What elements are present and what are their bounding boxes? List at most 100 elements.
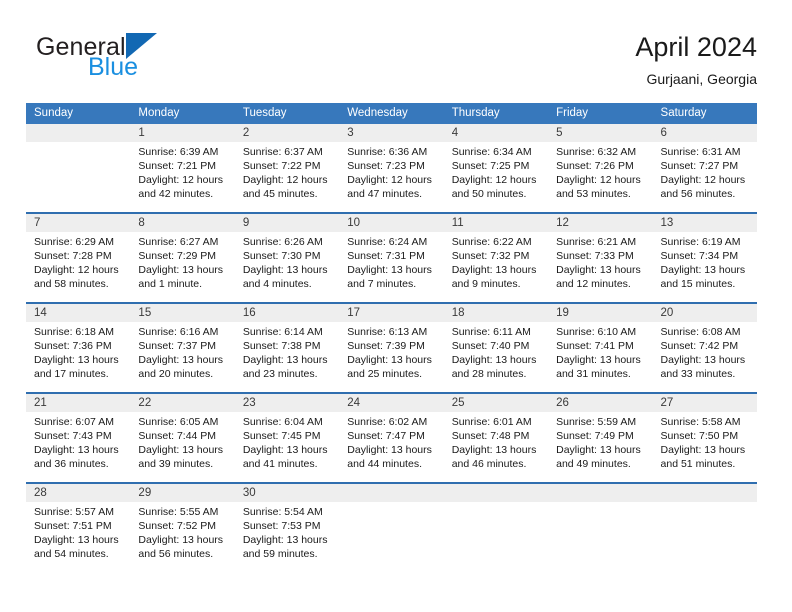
day-cell[interactable]: 20 Sunrise: 6:08 AM Sunset: 7:42 PM Dayligh… <box>652 304 757 392</box>
general-blue-logo[interactable]: General Blue <box>36 33 236 89</box>
day-cell[interactable]: 26 Sunrise: 5:59 AM Sunset: 7:49 PM Dayligh… <box>548 394 653 482</box>
daylight-text: and 20 minutes. <box>138 368 214 380</box>
day-cell[interactable]: 24 Sunrise: 6:02 AM Sunset: 7:47 PM Dayligh… <box>339 394 444 482</box>
daylight-text: Daylight: 13 hours <box>347 354 432 366</box>
day-cell[interactable]: 8 Sunrise: 6:27 AM Sunset: 7:29 PM Daylight… <box>130 214 235 302</box>
day-number: 17 <box>339 304 444 322</box>
day-details: Sunrise: 5:54 AM Sunset: 7:53 PM Daylight:… <box>235 502 339 561</box>
day-number: 27 <box>652 394 757 412</box>
weekday-header-friday: Friday <box>556 107 589 119</box>
day-cell-empty <box>548 484 653 572</box>
sunrise-text: Sunrise: 6:08 AM <box>660 326 741 338</box>
day-cell[interactable]: 1 Sunrise: 6:39 AM Sunset: 7:21 PM Daylight… <box>130 124 235 212</box>
daylight-text: and 51 minutes. <box>660 458 736 470</box>
day-number: 12 <box>548 214 653 232</box>
day-cell[interactable]: 6 Sunrise: 6:31 AM Sunset: 7:27 PM Daylight… <box>652 124 757 212</box>
sunset-text: Sunset: 7:29 PM <box>138 250 217 262</box>
day-cell[interactable]: 28 Sunrise: 5:57 AM Sunset: 7:51 PM Dayligh… <box>26 484 131 572</box>
day-details: Sunrise: 6:18 AM Sunset: 7:36 PM Daylight:… <box>26 322 130 381</box>
day-number: 13 <box>652 214 757 232</box>
day-cell[interactable]: 9 Sunrise: 6:26 AM Sunset: 7:30 PM Daylight… <box>234 214 340 302</box>
daylight-text: and 45 minutes. <box>242 188 318 200</box>
day-number: 3 <box>339 124 444 142</box>
title-block: April 2024 Gurjaani, Georgia <box>635 30 757 89</box>
day-cell[interactable]: 5 Sunrise: 6:32 AM Sunset: 7:26 PM Daylight… <box>548 124 653 212</box>
day-details <box>548 502 652 505</box>
sunset-text: Sunset: 7:45 PM <box>242 430 321 442</box>
day-details: Sunrise: 6:10 AM Sunset: 7:41 PM Daylight:… <box>548 322 652 381</box>
weekday-header-saturday: Saturday <box>660 107 707 119</box>
day-cell[interactable]: 25 Sunrise: 6:01 AM Sunset: 7:48 PM Dayligh… <box>443 394 549 482</box>
sunset-text: Sunset: 7:33 PM <box>556 250 634 262</box>
day-cell[interactable]: 21 Sunrise: 6:07 AM Sunset: 7:43 PM Dayligh… <box>26 394 131 482</box>
sunset-text: Sunset: 7:48 PM <box>451 430 530 442</box>
daylight-text: Daylight: 12 hours <box>556 174 641 186</box>
daylight-text: and 15 minutes. <box>660 278 736 290</box>
day-cell[interactable]: 17 Sunrise: 6:13 AM Sunset: 7:39 PM Dayligh… <box>339 304 444 392</box>
day-number: 7 <box>26 214 131 232</box>
daylight-text: and 41 minutes. <box>242 458 318 470</box>
calendar-week-row: 7 Sunrise: 6:29 AM Sunset: 7:28 PM Daylight… <box>26 212 757 302</box>
day-cell-empty <box>443 484 549 572</box>
sunrise-text: Sunrise: 6:39 AM <box>138 146 219 158</box>
day-cell[interactable]: 29 Sunrise: 5:55 AM Sunset: 7:52 PM Dayligh… <box>130 484 235 572</box>
day-number: 18 <box>443 304 549 322</box>
day-details: Sunrise: 6:26 AM Sunset: 7:30 PM Daylight:… <box>235 232 339 291</box>
sunrise-text: Sunrise: 6:01 AM <box>451 416 532 428</box>
day-cell[interactable]: 13 Sunrise: 6:19 AM Sunset: 7:34 PM Dayligh… <box>652 214 757 302</box>
day-details: Sunrise: 6:02 AM Sunset: 7:47 PM Daylight:… <box>339 412 443 471</box>
daylight-text: and 46 minutes. <box>451 458 527 470</box>
day-cell[interactable]: 11 Sunrise: 6:22 AM Sunset: 7:32 PM Dayligh… <box>443 214 549 302</box>
daylight-text: and 33 minutes. <box>660 368 736 380</box>
day-cell[interactable]: 4 Sunrise: 6:34 AM Sunset: 7:25 PM Daylight… <box>443 124 549 212</box>
weekday-header-thursday: Thursday <box>451 107 500 119</box>
day-details: Sunrise: 5:55 AM Sunset: 7:52 PM Daylight:… <box>130 502 234 561</box>
day-cell[interactable]: 3 Sunrise: 6:36 AM Sunset: 7:23 PM Daylight… <box>339 124 444 212</box>
day-details: Sunrise: 6:37 AM Sunset: 7:22 PM Daylight:… <box>235 142 339 201</box>
daylight-text: and 44 minutes. <box>347 458 422 470</box>
daylight-text: Daylight: 13 hours <box>660 354 746 366</box>
day-number: 15 <box>130 304 235 322</box>
daylight-text: and 36 minutes. <box>34 458 109 470</box>
day-number: 2 <box>234 124 340 142</box>
day-cell[interactable]: 30 Sunrise: 5:54 AM Sunset: 7:53 PM Dayligh… <box>234 484 340 572</box>
day-cell[interactable]: 16 Sunrise: 6:14 AM Sunset: 7:38 PM Dayligh… <box>234 304 340 392</box>
day-details: Sunrise: 6:36 AM Sunset: 7:23 PM Daylight:… <box>339 142 443 201</box>
day-number: 11 <box>443 214 549 232</box>
sunrise-text: Sunrise: 6:29 AM <box>34 236 114 248</box>
day-cell[interactable]: 2 Sunrise: 6:37 AM Sunset: 7:22 PM Daylight… <box>234 124 340 212</box>
daylight-text: Daylight: 13 hours <box>660 444 746 456</box>
day-details: Sunrise: 6:29 AM Sunset: 7:28 PM Daylight:… <box>26 232 130 291</box>
daylight-text: Daylight: 13 hours <box>34 354 119 366</box>
sunset-text: Sunset: 7:22 PM <box>242 160 321 172</box>
sunset-text: Sunset: 7:21 PM <box>138 160 217 172</box>
day-details: Sunrise: 6:22 AM Sunset: 7:32 PM Daylight:… <box>444 232 548 291</box>
day-cell[interactable]: 18 Sunrise: 6:11 AM Sunset: 7:40 PM Dayligh… <box>443 304 549 392</box>
sunrise-text: Sunrise: 6:36 AM <box>347 146 428 158</box>
sunrise-text: Sunrise: 5:58 AM <box>660 416 741 428</box>
daylight-text: Daylight: 13 hours <box>347 264 432 276</box>
day-details: Sunrise: 6:34 AM Sunset: 7:25 PM Daylight:… <box>444 142 548 201</box>
day-cell[interactable]: 19 Sunrise: 6:10 AM Sunset: 7:41 PM Dayligh… <box>548 304 653 392</box>
daylight-text: and 7 minutes. <box>347 278 417 290</box>
week-cells: 7 Sunrise: 6:29 AM Sunset: 7:28 PM Daylight… <box>26 214 757 302</box>
daylight-text: Daylight: 13 hours <box>138 534 224 546</box>
day-cell[interactable]: 14 Sunrise: 6:18 AM Sunset: 7:36 PM Dayligh… <box>26 304 131 392</box>
sunset-text: Sunset: 7:23 PM <box>347 160 425 172</box>
daylight-text: Daylight: 13 hours <box>34 444 119 456</box>
sunrise-text: Sunrise: 6:19 AM <box>660 236 741 248</box>
day-cell[interactable]: 22 Sunrise: 6:05 AM Sunset: 7:44 PM Dayligh… <box>130 394 235 482</box>
day-number: 21 <box>26 394 131 412</box>
day-number <box>339 484 444 502</box>
day-cell[interactable]: 15 Sunrise: 6:16 AM Sunset: 7:37 PM Dayligh… <box>130 304 235 392</box>
day-cell[interactable]: 12 Sunrise: 6:21 AM Sunset: 7:33 PM Dayligh… <box>548 214 653 302</box>
day-cell[interactable]: 7 Sunrise: 6:29 AM Sunset: 7:28 PM Daylight… <box>26 214 131 302</box>
day-number: 30 <box>234 484 340 502</box>
calendar-week-row: 21 Sunrise: 6:07 AM Sunset: 7:43 PM Dayligh… <box>26 392 757 482</box>
sunset-text: Sunset: 7:52 PM <box>138 520 217 532</box>
day-number <box>443 484 549 502</box>
day-cell[interactable]: 27 Sunrise: 5:58 AM Sunset: 7:50 PM Dayligh… <box>652 394 757 482</box>
day-cell[interactable]: 23 Sunrise: 6:04 AM Sunset: 7:45 PM Dayligh… <box>234 394 340 482</box>
day-cell[interactable]: 10 Sunrise: 6:24 AM Sunset: 7:31 PM Dayligh… <box>339 214 444 302</box>
day-number: 16 <box>234 304 340 322</box>
